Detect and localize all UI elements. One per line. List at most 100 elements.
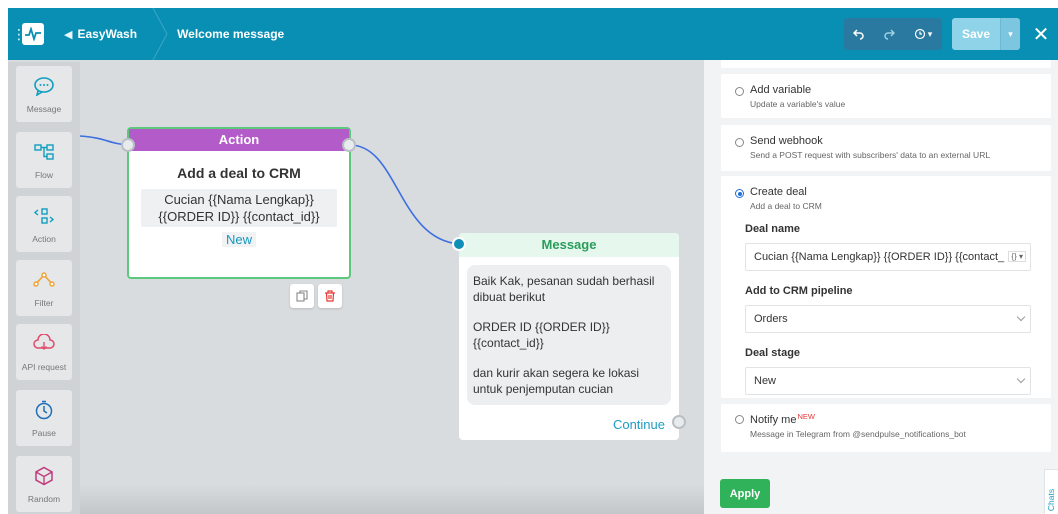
tool-label: Flow — [35, 170, 53, 180]
tool-label: Pause — [31, 428, 57, 438]
option-row: Create deal Add a deal to CRM — [735, 186, 1037, 211]
option-text: Create deal Add a deal to CRM — [750, 186, 822, 211]
chevron-down-icon: ▾ — [927, 28, 933, 39]
duplicate-button[interactable] — [290, 284, 314, 308]
message-paragraph: dan kurir akan segera ke lokasi untuk pe… — [473, 366, 640, 396]
option-title-text: Notify me — [750, 414, 797, 426]
close-icon[interactable]: ✕ — [1032, 22, 1050, 47]
block-toolbar: Message Flow Action Filter API request P… — [8, 62, 80, 514]
apply-button[interactable]: Apply — [720, 479, 770, 508]
deal-stage-tag: New — [221, 232, 256, 247]
option-row: Send webhook Send a POST request with su… — [735, 135, 1037, 160]
option-add-variable[interactable]: Add variable Update a variable's value — [721, 74, 1051, 118]
project-name: EasyWash — [77, 27, 138, 41]
radio-send-webhook[interactable] — [735, 138, 744, 147]
random-icon — [32, 464, 56, 488]
telegram-icon: ◀ — [64, 28, 73, 41]
message-node[interactable]: Message Baik Kak, pesanan sudah berhasil… — [459, 233, 679, 440]
chevron-down-icon — [1016, 312, 1026, 322]
chevron-down-icon — [1016, 374, 1026, 384]
action-input-port[interactable] — [121, 138, 135, 152]
message-bubble: Baik Kak, pesanan sudah berhasil dibuat … — [467, 265, 671, 405]
option-title: Send webhook — [750, 135, 823, 147]
tool-filter[interactable]: Filter — [16, 260, 72, 316]
deal-name-label: Deal name — [745, 223, 801, 235]
radio-notify-me[interactable] — [735, 415, 744, 424]
breadcrumb-project[interactable]: ◀ EasyWash — [64, 27, 137, 41]
tool-flow[interactable]: Flow — [16, 132, 72, 188]
pipeline-label: Add to CRM pipeline — [745, 285, 853, 297]
message-input-port[interactable] — [452, 237, 466, 251]
action-settings-panel: Add variable Update a variable's value S… — [704, 60, 1058, 514]
history-clock-icon — [914, 28, 925, 40]
redo-button[interactable] — [874, 18, 904, 50]
save-button[interactable]: Save — [951, 18, 1000, 50]
radio-create-deal[interactable] — [735, 189, 744, 198]
action-icon — [32, 204, 56, 228]
trash-icon — [325, 290, 335, 302]
deal-name-input[interactable]: Cucian {{Nama Lengkap}} {{ORDER ID}} {{c… — [745, 243, 1031, 271]
save-options-button[interactable]: ▾ — [1000, 18, 1020, 50]
undo-icon — [852, 29, 864, 40]
deal-name-value: Cucian {{Nama Lengkap}} {{ORDER ID}} {{c… — [754, 251, 1005, 263]
radio-add-variable[interactable] — [735, 87, 744, 96]
option-notify-me[interactable]: Notify meNEW Message in Telegram from @s… — [721, 404, 1051, 452]
api-request-icon — [32, 332, 56, 356]
history-dropdown-button[interactable]: ▾ — [904, 18, 942, 50]
undo-button[interactable] — [844, 18, 874, 50]
option-text: Add variable Update a variable's value — [750, 84, 845, 109]
message-paragraph: ORDER ID {{ORDER ID}} {{contact_id}} — [473, 320, 610, 350]
tool-random[interactable]: Random — [16, 456, 72, 512]
message-node-header: Message — [459, 233, 679, 257]
tool-api-request[interactable]: API request — [16, 324, 72, 380]
option-title: Add variable — [750, 84, 812, 96]
action-deal-name: Cucian {{Nama Lengkap}} {{ORDER ID}} {{c… — [141, 189, 337, 227]
option-send-webhook[interactable]: Send webhook Send a POST request with su… — [721, 125, 1051, 171]
panel-card-top — [721, 60, 1051, 68]
pipeline-value: Orders — [754, 313, 788, 325]
flow-icon — [32, 140, 56, 164]
menu-dots-icon[interactable]: ⋮ — [12, 27, 26, 41]
option-row: Notify meNEW Message in Telegram from @s… — [735, 412, 1037, 439]
tool-label: API request — [21, 362, 67, 372]
breadcrumb-separator-icon — [152, 8, 168, 60]
deal-stage-value: New — [754, 375, 777, 387]
tool-label: Message — [26, 104, 62, 114]
chevron-down-icon: ▾ — [1008, 28, 1013, 39]
chats-side-tab[interactable]: Chats — [1044, 469, 1058, 514]
option-text: Notify meNEW Message in Telegram from @s… — [750, 412, 966, 439]
breadcrumb-flow-name[interactable]: Welcome message — [177, 27, 284, 41]
message-continue-label: Continue — [612, 417, 665, 432]
variable-picker-button[interactable]: {} ▾ — [1008, 251, 1026, 262]
tool-message[interactable]: Message — [16, 66, 72, 122]
action-node-header: Action — [129, 129, 349, 151]
tool-label: Filter — [34, 298, 54, 308]
new-badge: NEW — [797, 412, 815, 421]
action-node-title: Add a deal to CRM — [177, 165, 301, 181]
app-logo-icon[interactable] — [22, 23, 44, 45]
pipeline-select[interactable]: Orders — [745, 305, 1031, 333]
filter-icon — [32, 268, 56, 292]
message-continue-port[interactable] — [672, 415, 686, 429]
top-bar: ⋮ ◀ EasyWash Welcome message ▾ Save ▾ ✕ — [8, 8, 1058, 60]
action-output-port[interactable] — [342, 138, 356, 152]
pause-icon — [32, 398, 56, 422]
deal-stage-select[interactable]: New — [745, 367, 1031, 395]
option-subtitle: Update a variable's value — [750, 99, 846, 109]
redo-icon — [884, 29, 895, 40]
option-create-deal[interactable]: Create deal Add a deal to CRM Deal name … — [721, 176, 1051, 398]
option-row: Add variable Update a variable's value — [735, 84, 1037, 109]
logo-area: ⋮ — [8, 8, 44, 60]
tool-action[interactable]: Action — [16, 196, 72, 252]
tool-label: Action — [32, 234, 56, 244]
option-title: Create deal — [750, 186, 807, 198]
canvas-bottom-shadow — [8, 484, 704, 514]
option-subtitle: Add a deal to CRM — [750, 201, 822, 211]
delete-button[interactable] — [318, 284, 342, 308]
action-node[interactable]: Action Add a deal to CRM Cucian {{Nama L… — [127, 127, 351, 279]
toolbar-actions: ▾ Save ▾ ✕ — [843, 18, 1050, 50]
tool-pause[interactable]: Pause — [16, 390, 72, 446]
message-icon — [32, 74, 56, 98]
deal-stage-label: Deal stage — [745, 347, 801, 359]
save-button-group: Save ▾ — [951, 18, 1020, 50]
